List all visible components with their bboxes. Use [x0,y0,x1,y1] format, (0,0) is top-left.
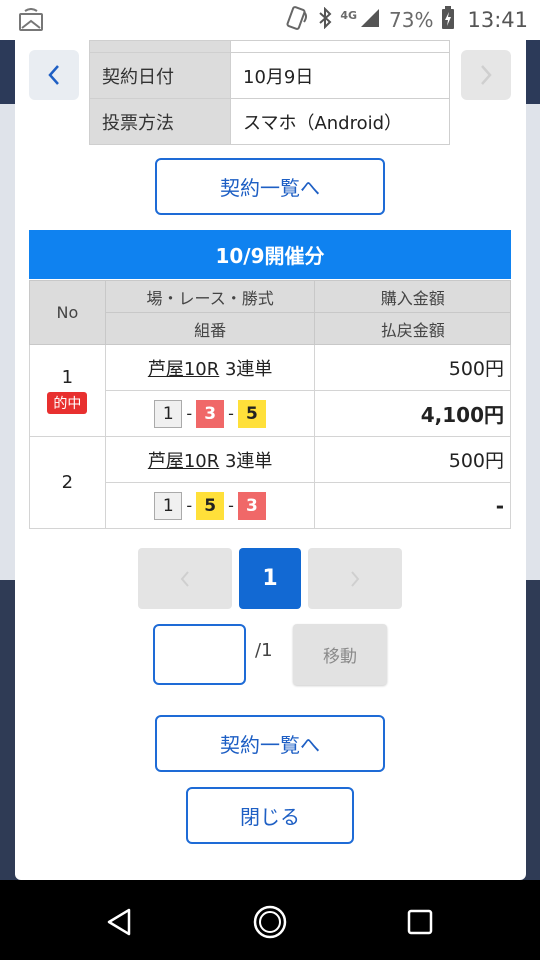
move-button[interactable]: 移動 [293,624,387,685]
table-row: 1 的中 芦屋10R 3連単 500円 [29,344,511,437]
results-table: No 場・レース・勝式 購入金額 組番 払戻金額 1 的中 芦屋10R 3連単 … [29,280,511,529]
signal-icon [359,8,381,33]
home-nav-button[interactable] [250,902,290,942]
col-header-combo: 組番 [104,312,316,345]
contract-list-button-bottom[interactable]: 契約一覧へ [155,715,385,772]
info-row-method: 投票方法 スマホ（Android） [89,98,450,145]
col-header-no: No [29,280,106,345]
screen-cast-icon [18,8,44,32]
row-no: 2 [61,472,74,493]
row-no-cell: 1 的中 [29,344,106,437]
purchase-amount: 500円 [314,436,511,483]
boat-number: 5 [237,399,266,428]
info-value: 10月9日 [230,52,450,99]
next-contract-button[interactable] [461,50,511,100]
chevron-right-icon [351,570,360,587]
nfc-icon [284,5,310,35]
bet-type: 3連単 [224,450,273,472]
boat-number: 1 [154,491,183,520]
race-link[interactable]: 芦屋10R [148,451,219,472]
chevron-right-icon [481,65,492,85]
bluetooth-icon [318,6,332,34]
system-nav-bar [0,880,540,960]
col-header-purchase: 購入金額 [314,280,511,313]
page-number-input[interactable] [153,624,246,685]
pager-current-page[interactable]: 1 [239,548,301,609]
status-bar: 4G 73% 13:41 [0,0,540,40]
status-icons: 4G 73% 13:41 [284,5,528,35]
info-value: スマホ（Android） [230,98,450,145]
combo-cell: 1 - 3 - 5 [104,390,316,437]
info-label: 契約日付 [89,52,231,99]
race-link[interactable]: 芦屋10R [148,359,219,380]
battery-percent: 73% [389,8,434,32]
info-row-date: 契約日付 10月9日 [89,52,450,99]
boat-number: 5 [196,491,225,520]
circle-home-icon [253,905,287,939]
race-cell: 芦屋10R 3連単 [104,436,316,483]
network-type: 4G [340,8,358,22]
contract-info-table: 契約日付 10月9日 投票方法 スマホ（Android） [89,40,450,145]
boat-number: 1 [154,399,183,428]
row-no: 1 [61,367,74,388]
col-header-refund: 払戻金額 [314,312,511,345]
recents-nav-button[interactable] [400,902,440,942]
battery-charging-icon [441,5,455,35]
triangle-back-icon [107,908,131,936]
hit-badge: 的中 [47,392,88,414]
previous-contract-button[interactable] [29,50,79,100]
refund-amount: 4,100円 [314,390,511,437]
bet-type: 3連単 [224,358,273,380]
boat-number: 3 [196,399,225,428]
boat-number: 3 [237,491,266,520]
table-row: 2 芦屋10R 3連単 500円 [29,436,511,529]
refund-amount: - [314,482,511,529]
close-button[interactable]: 閉じる [186,787,354,844]
clock: 13:41 [467,8,528,32]
info-label: 投票方法 [89,98,231,145]
chevron-left-icon [180,570,189,587]
row-no-cell: 2 [29,436,106,529]
race-cell: 芦屋10R 3連単 [104,344,316,391]
contract-detail-modal: 契約日付 10月9日 投票方法 スマホ（Android） 契約一覧へ 10/9開… [15,40,526,880]
purchase-amount: 500円 [314,344,511,391]
back-nav-button[interactable] [100,902,140,942]
combo-cell: 1 - 5 - 3 [104,482,316,529]
results-date-header: 10/9開催分 [29,230,511,279]
page-total: /1 [255,640,273,661]
pager-next-button[interactable] [308,548,402,609]
contract-list-button-top[interactable]: 契約一覧へ [155,158,385,215]
chevron-left-icon [48,65,59,85]
square-recents-icon [407,909,433,935]
pager-prev-button[interactable] [138,548,232,609]
col-header-race: 場・レース・勝式 [104,280,316,313]
